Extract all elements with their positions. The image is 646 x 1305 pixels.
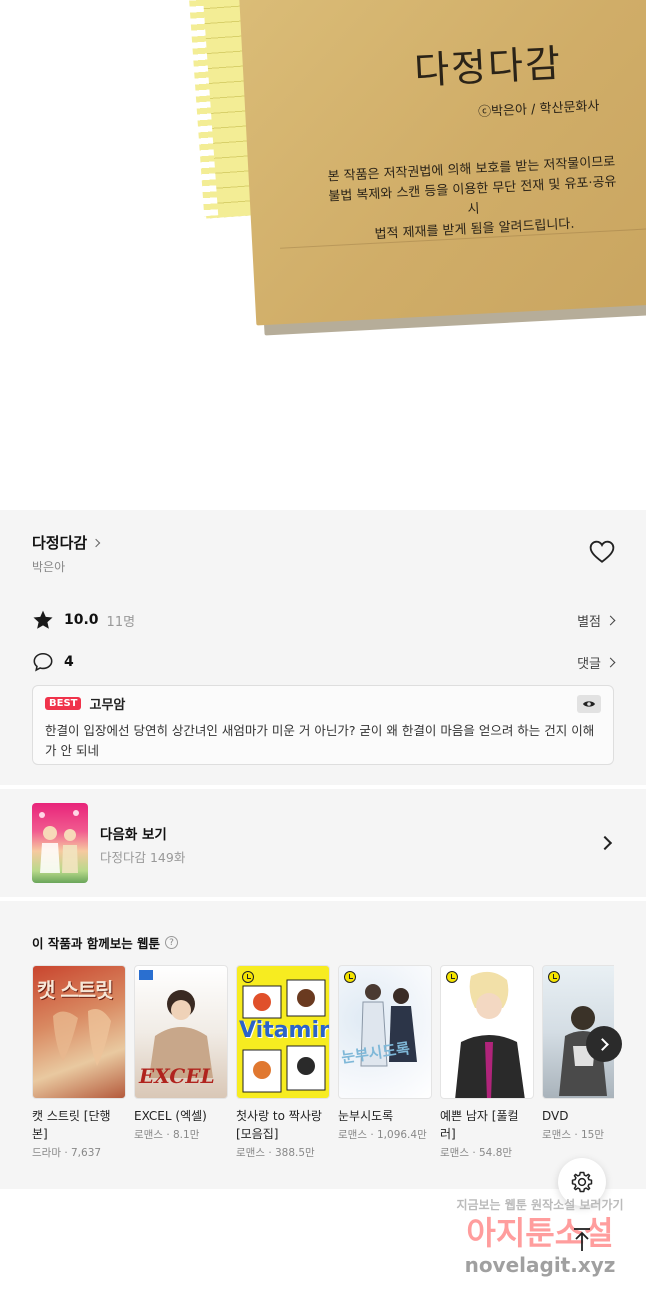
best-badge: BEST bbox=[45, 697, 82, 710]
recommendation-section: 이 작품과 함께보는 웹툰 ? 캣 스트릿 캣 스트릿 [단행본] 드라마 · … bbox=[0, 901, 646, 1189]
recommendation-cover: 캣 스트릿 bbox=[32, 965, 126, 1099]
series-author: 박은아 bbox=[32, 560, 66, 574]
comments-link[interactable]: 댓글 bbox=[577, 653, 616, 672]
recommendation-cover: Vitamin bbox=[236, 965, 330, 1099]
rating-row: 10.0 11명 별점 bbox=[32, 608, 616, 632]
watermark-line3: novelagit.xyz bbox=[464, 1253, 616, 1277]
chevron-right-icon bbox=[597, 835, 613, 851]
series-title-link[interactable]: 다정다감 bbox=[32, 532, 101, 553]
recommendation-card[interactable]: EXCEL EXCEL (엑셀) 로맨스 · 8.1만 bbox=[134, 965, 228, 1142]
recommendation-card-meta: 드라마 · 7,637 bbox=[32, 1147, 102, 1159]
recommendation-card[interactable]: 눈부시도록 눈부시도록 로맨스 · 1,096.4만 bbox=[338, 965, 432, 1142]
artwork-title: 다정다감 bbox=[413, 41, 564, 93]
copyright-artwork: 다정다감 ⓒ박은아 / 학산문화사 본 작품은 저작권법에 의해 보호를 받는 … bbox=[0, 0, 646, 510]
gear-icon bbox=[571, 1171, 593, 1193]
recommendation-card-title: 눈부시도록 bbox=[338, 1109, 394, 1123]
scroll-top-button[interactable] bbox=[558, 1216, 606, 1264]
heart-icon[interactable] bbox=[589, 540, 615, 564]
speech-bubble-icon bbox=[33, 652, 53, 672]
recommendation-card-title: EXCEL (엑셀) bbox=[134, 1109, 207, 1123]
watermark-line2: 아지툰소설 bbox=[466, 1214, 614, 1252]
recommendation-heading: 이 작품과 함께보는 웹툰 bbox=[32, 936, 161, 951]
cover-title-art: EXCEL bbox=[139, 1064, 215, 1088]
recommendation-card-title: 예쁜 남자 [풀컬러] bbox=[440, 1109, 519, 1141]
recommendation-card[interactable]: 예쁜 남자 [풀컬러] 로맨스 · 54.8만 bbox=[440, 965, 534, 1160]
recommendation-card[interactable]: 캣 스트릿 캣 스트릿 [단행본] 드라마 · 7,637 bbox=[32, 965, 126, 1160]
eye-icon[interactable] bbox=[577, 694, 601, 713]
recommendation-title: 이 작품과 함께보는 웹툰 ? bbox=[32, 933, 179, 952]
recommendation-cover: EXCEL bbox=[134, 965, 228, 1099]
comment-count: 4 bbox=[64, 654, 74, 670]
chevron-right-icon bbox=[596, 1037, 609, 1051]
series-info-panel: 다정다감 박은아 10.0 11명 별점 4 댓글 BEST 고무암 한결이 입… bbox=[0, 510, 646, 785]
help-icon[interactable]: ? bbox=[165, 936, 179, 949]
comments-link-label: 댓글 bbox=[577, 656, 601, 672]
best-comment-text: 한결이 입장에선 당연히 상간녀인 새엄마가 미운 거 아닌가? 굳이 왜 한결… bbox=[45, 723, 595, 758]
star-icon bbox=[33, 610, 53, 629]
next-episode-thumbnail bbox=[32, 803, 88, 883]
comment-row: 4 댓글 bbox=[32, 650, 616, 674]
best-comment-user: 고무암 bbox=[89, 698, 126, 713]
next-episode-row[interactable]: 다음화 보기 다정다감 149화 bbox=[0, 789, 646, 897]
recommendation-card-meta: 로맨스 · 388.5만 bbox=[236, 1147, 315, 1159]
recommendation-card-title: DVD bbox=[542, 1109, 569, 1123]
site-watermark: 지금보는 웹툰 원작소설 보러가기 아지툰소설 novelagit.xyz bbox=[440, 1196, 640, 1286]
watermark-line1: 지금보는 웹툰 원작소설 보러가기 bbox=[456, 1198, 624, 1212]
rating-link[interactable]: 별점 bbox=[577, 611, 616, 630]
recommendation-cover: 눈부시도록 bbox=[338, 965, 432, 1099]
recommendation-card-title: 첫사랑 to 짝사랑 [모음집] bbox=[236, 1109, 322, 1141]
chevron-right-icon bbox=[91, 538, 101, 547]
carousel-next-button[interactable] bbox=[586, 1026, 622, 1062]
rating-score: 10.0 bbox=[64, 612, 99, 628]
recommendation-card-meta: 로맨스 · 1,096.4만 bbox=[338, 1129, 427, 1141]
arrow-up-icon bbox=[574, 1228, 590, 1251]
series-title: 다정다감 bbox=[32, 534, 88, 552]
chevron-right-icon bbox=[605, 657, 616, 667]
recommendation-card[interactable]: Vitamin 첫사랑 to 짝사랑 [모음집] 로맨스 · 388.5만 bbox=[236, 965, 330, 1160]
recommendation-card-meta: 로맨스 · 8.1만 bbox=[134, 1129, 200, 1141]
rating-link-label: 별점 bbox=[577, 614, 601, 630]
rating-count: 11명 bbox=[106, 614, 136, 630]
recommendation-card-title: 캣 스트릿 [단행본] bbox=[32, 1109, 111, 1141]
recommendation-cover bbox=[440, 965, 534, 1099]
cover-title-art: Vitamin bbox=[239, 1018, 330, 1043]
chevron-right-icon bbox=[605, 615, 616, 625]
next-episode-label: 다음화 보기 bbox=[100, 827, 167, 843]
artwork-notice: 본 작품은 저작권법에 의해 보호를 받는 저작물이므로 불법 복제와 스캔 등… bbox=[327, 154, 617, 243]
recommendation-card-meta: 로맨스 · 54.8만 bbox=[440, 1147, 513, 1159]
recommendation-carousel: 캣 스트릿 캣 스트릿 [단행본] 드라마 · 7,637 EXCEL EXCE… bbox=[32, 965, 614, 1185]
recommendation-card-meta: 로맨스 · 15만 bbox=[542, 1129, 605, 1141]
next-episode-subtitle: 다정다감 149화 bbox=[100, 850, 186, 865]
best-comment-card[interactable]: BEST 고무암 한결이 입장에선 당연히 상간녀인 새엄마가 미운 거 아닌가… bbox=[32, 685, 614, 765]
